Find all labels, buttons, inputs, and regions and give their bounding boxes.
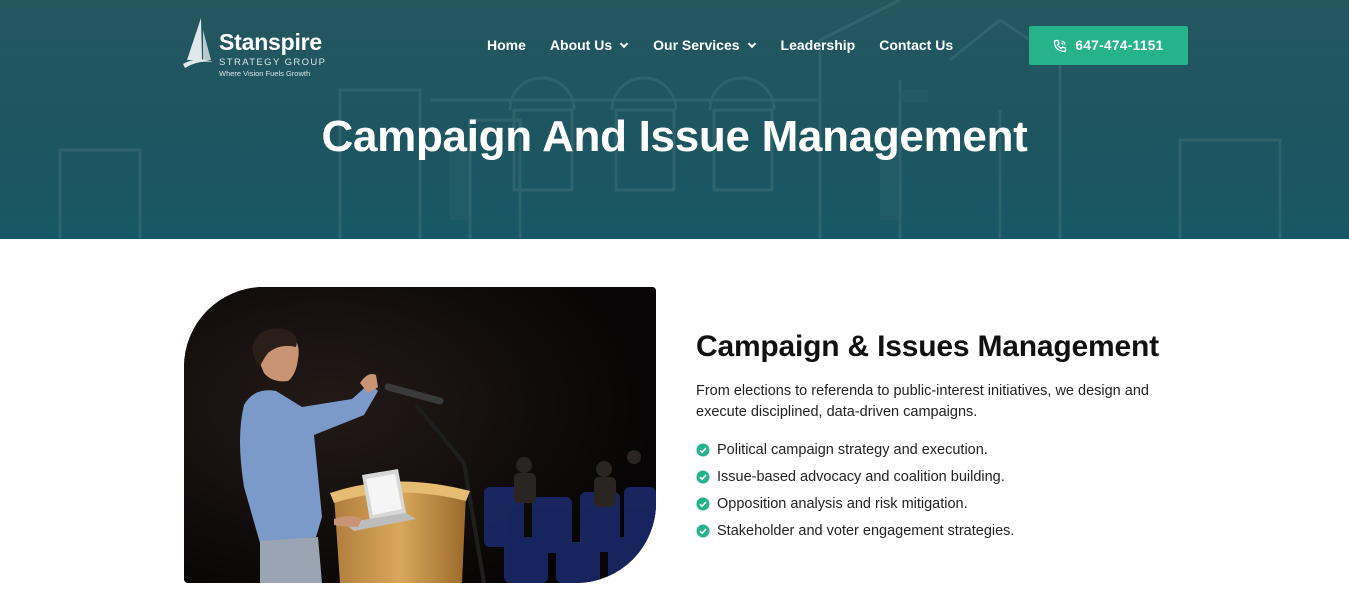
list-item: Stakeholder and voter engagement strateg… (696, 517, 1176, 544)
nav-our-services-label: Our Services (653, 37, 740, 53)
nav-leadership-label: Leadership (780, 37, 856, 53)
sail-logo-icon (183, 18, 213, 68)
main-nav: Home About Us Our Services Leadership Co… (487, 36, 977, 54)
nav-leadership[interactable]: Leadership (781, 37, 856, 53)
service-details: Campaign & Issues Management From electi… (696, 330, 1176, 544)
list-item-text: Stakeholder and voter engagement strateg… (717, 522, 1015, 539)
nav-contact-us[interactable]: Contact Us (879, 37, 953, 53)
nav-about-us-label: About Us (549, 37, 613, 53)
hero-banner: Stanspire STRATEGY GROUP Where Vision Fu… (0, 0, 1349, 239)
list-item: Issue-based advocacy and coalition build… (696, 463, 1176, 490)
nav-about-us[interactable]: About Us (550, 37, 629, 53)
section-title: Campaign & Issues Management (696, 330, 1159, 363)
list-item-text: Political campaign strategy and executio… (717, 441, 988, 458)
check-circle-icon (696, 470, 710, 483)
brand-subtitle: STRATEGY GROUP (219, 57, 327, 68)
list-item-text: Opposition analysis and risk mitigation. (717, 495, 968, 512)
nav-home-label: Home (487, 37, 526, 53)
brand-name: Stanspire (219, 29, 323, 55)
page-title: Campaign And Issue Management (321, 112, 1028, 161)
phone-call-button[interactable]: 647-474-1151 (1029, 26, 1188, 65)
phone-icon (1054, 39, 1067, 52)
speaker-at-podium-image (184, 287, 656, 583)
chevron-down-icon (747, 42, 756, 49)
service-list: Political campaign strategy and executio… (696, 436, 1176, 544)
list-item: Opposition analysis and risk mitigation. (696, 490, 1176, 517)
check-circle-icon (696, 497, 710, 510)
nav-our-services[interactable]: Our Services (653, 37, 756, 53)
list-item: Political campaign strategy and executio… (696, 436, 1176, 463)
section-description: From elections to referenda to public-in… (696, 383, 1149, 420)
phone-number: 647-474-1151 (1075, 38, 1164, 53)
nav-home[interactable]: Home (487, 37, 526, 53)
check-circle-icon (696, 524, 710, 537)
brand-tagline: Where Vision Fuels Growth (219, 69, 311, 78)
speaker-photo (184, 287, 656, 583)
brand-logo[interactable]: Stanspire STRATEGY GROUP Where Vision Fu… (181, 16, 331, 80)
nav-contact-us-label: Contact Us (879, 37, 954, 53)
check-circle-icon (696, 443, 710, 456)
list-item-text: Issue-based advocacy and coalition build… (717, 468, 1005, 485)
chevron-down-icon (619, 42, 629, 49)
